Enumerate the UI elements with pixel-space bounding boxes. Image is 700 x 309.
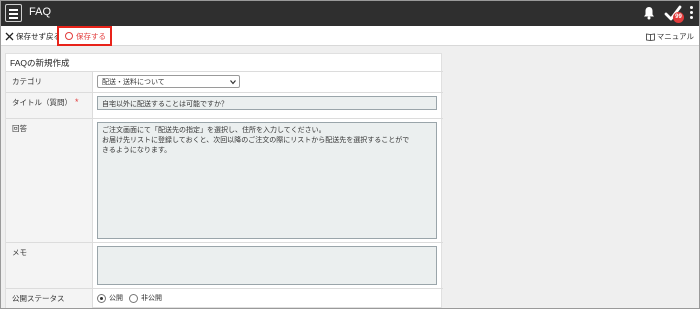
book-icon <box>645 33 655 41</box>
notification-badge: 99 <box>673 12 684 23</box>
memo-row: メモ <box>6 242 443 288</box>
bell-icon[interactable] <box>641 5 657 21</box>
close-icon <box>5 32 14 41</box>
status-radio-group: 公開 非公開 <box>97 293 168 303</box>
circle-icon <box>65 32 73 40</box>
memo-textarea[interactable] <box>97 246 437 285</box>
top-header: FAQ 99 <box>1 1 699 26</box>
kebab-icon[interactable] <box>690 6 694 21</box>
save-button[interactable]: 保存する <box>57 26 112 46</box>
status-option-private[interactable]: 非公開 <box>129 293 162 303</box>
answer-label: 回答 <box>6 119 93 242</box>
memo-label: メモ <box>6 243 93 288</box>
title-row: タイトル（質問） * 自宅以外に配送することは可能ですか？ <box>6 92 443 118</box>
manual-link[interactable]: マニュアル <box>645 31 694 42</box>
status-label: 公開ステータス <box>6 289 93 308</box>
chevron-down-icon <box>230 80 236 85</box>
category-label: カテゴリ <box>6 72 93 92</box>
category-select[interactable]: 配送・送料について <box>97 75 240 88</box>
status-option-label: 非公開 <box>141 295 162 302</box>
back-without-saving-button[interactable]: 保存せず戻る <box>5 30 61 43</box>
form-title: FAQの新規作成 <box>10 58 70 68</box>
category-row: カテゴリ 配送・送料について <box>6 71 443 92</box>
required-mark: * <box>75 97 79 107</box>
radio-public[interactable] <box>97 293 106 303</box>
title-input[interactable]: 自宅以外に配送することは可能ですか？ <box>97 96 437 110</box>
faq-form: FAQの新規作成 カテゴリ 配送・送料について タイトル（質問） * 自宅以外に配… <box>5 53 443 308</box>
title-label: タイトル（質問） * <box>6 93 93 118</box>
app-window: FAQ 99 保存せず戻る 保存する マニュアル FAQの新規作成 カテゴリ 配… <box>0 0 700 309</box>
status-option-label: 公開 <box>109 295 123 302</box>
category-select-value: 配送・送料について <box>102 79 165 86</box>
radio-private[interactable] <box>129 293 138 303</box>
answer-row: 回答 ご注文画面にて「配送先の指定」を選択し、住所を入力してください。 お届け先… <box>6 118 443 242</box>
answer-textarea[interactable]: ご注文画面にて「配送先の指定」を選択し、住所を入力してください。 お届け先リスト… <box>97 122 437 239</box>
action-bar: 保存せず戻る 保存する マニュアル <box>1 26 699 46</box>
save-button-label: 保存する <box>76 31 106 41</box>
app-title: FAQ <box>29 6 52 18</box>
manual-link-label: マニュアル <box>656 32 694 41</box>
status-option-public[interactable]: 公開 <box>97 293 123 303</box>
hamburger-menu-icon[interactable] <box>5 4 22 22</box>
status-row: 公開ステータス 公開 非公開 <box>6 288 443 308</box>
back-button-label: 保存せず戻る <box>16 32 61 41</box>
